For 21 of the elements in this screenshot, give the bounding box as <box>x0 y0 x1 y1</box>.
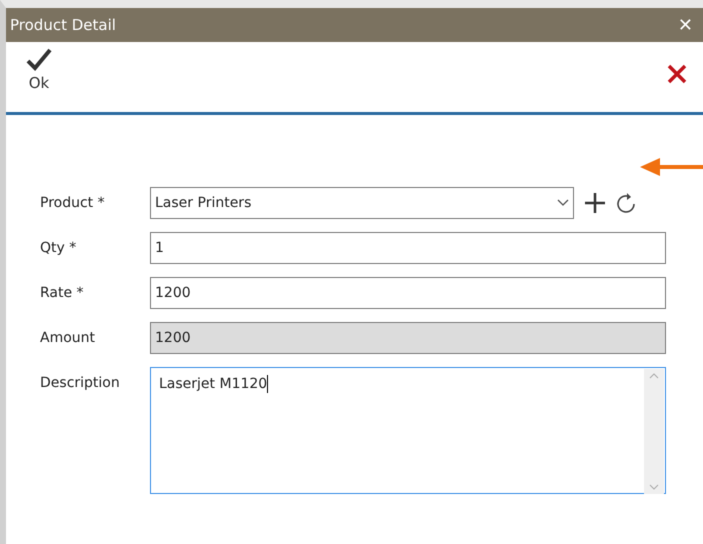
text-area[interactable]: Laserjet M1120 <box>150 367 666 494</box>
product-dropdown[interactable]: Laser Printers <box>150 187 574 219</box>
field-label: Description <box>40 374 121 393</box>
add-button[interactable] <box>582 190 608 216</box>
ok-button[interactable]: Ok <box>26 48 52 94</box>
readonly-field: 1200 <box>150 322 666 354</box>
checkmark-icon <box>26 48 52 72</box>
window-title: Product Detail <box>10 14 116 36</box>
chevron-down-icon <box>557 199 569 207</box>
refresh-icon <box>616 192 636 214</box>
arrow-annotation <box>640 156 703 178</box>
close-icon <box>667 64 687 84</box>
cancel-button[interactable] <box>667 64 687 85</box>
field-label: Product * <box>40 194 106 213</box>
field-label: Amount <box>40 329 96 348</box>
field-label: Qty * <box>40 239 78 258</box>
field-label: Rate * <box>40 284 85 303</box>
input-field[interactable]: 1 <box>150 232 666 264</box>
plus-icon <box>584 192 606 214</box>
input-field[interactable]: 1200 <box>150 277 666 309</box>
close-button[interactable]: ✕ <box>672 12 699 38</box>
